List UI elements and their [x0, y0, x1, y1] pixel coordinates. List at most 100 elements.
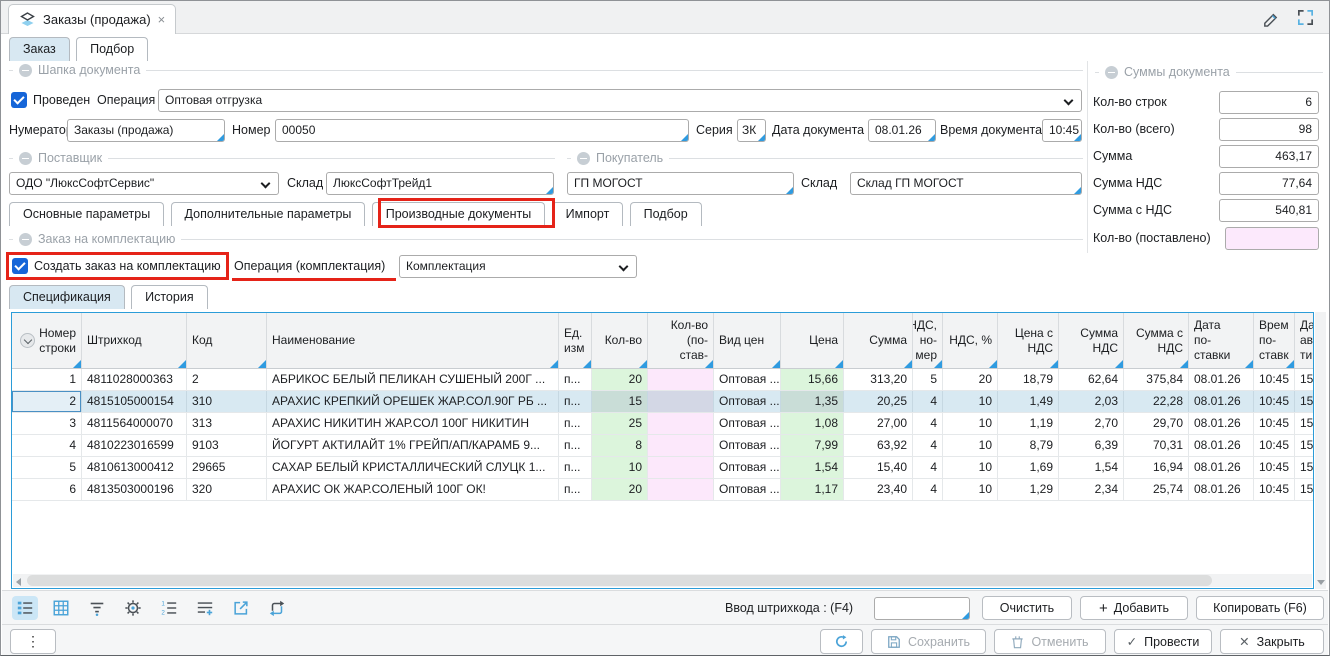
document-tab[interactable]: Заказы (продажа) × — [8, 4, 176, 34]
table-cell[interactable]: 10:45 — [1254, 369, 1295, 390]
sum-field-delivered-qty[interactable] — [1225, 227, 1319, 250]
sum-field-total-qty[interactable]: 98 — [1219, 118, 1319, 141]
table-cell[interactable]: 10:45 — [1254, 391, 1295, 412]
table-cell[interactable]: 23,40 — [844, 479, 913, 500]
table-cell[interactable]: 320 — [187, 479, 267, 500]
table-cell[interactable]: 4813503000196 — [82, 479, 187, 500]
column-header[interactable]: Сумма НДС — [1059, 313, 1124, 368]
column-header[interactable]: Наименование — [267, 313, 559, 368]
table-cell[interactable]: 4811028000363 — [82, 369, 187, 390]
table-cell[interactable]: 9103 — [187, 435, 267, 456]
table-row[interactable]: 64813503000196320АРАХИС ОК ЖАР.СОЛЕНЫЙ 1… — [12, 479, 1313, 501]
table-cell[interactable]: 8,79 — [998, 435, 1059, 456]
table-cell[interactable]: 08.01.26 — [1189, 369, 1254, 390]
tab-podbor[interactable]: Подбор — [76, 37, 148, 61]
table-cell[interactable]: 15 — [592, 391, 648, 412]
table-cell[interactable]: 4 — [913, 457, 943, 478]
sum-field-sum-with-vat[interactable]: 540,81 — [1219, 199, 1319, 222]
table-cell[interactable]: Оптовая ... — [714, 479, 781, 500]
table-cell[interactable]: 313,20 — [844, 369, 913, 390]
table-cell[interactable]: Оптовая ... — [714, 435, 781, 456]
column-header[interactable]: Ед. изм — [559, 313, 592, 368]
column-header[interactable]: Сумма — [844, 313, 913, 368]
table-cell[interactable]: 4 — [913, 413, 943, 434]
table-cell[interactable] — [648, 369, 714, 390]
table-row[interactable]: 24815105000154310АРАХИС КРЕПКИЙ ОРЕШЕК Ж… — [12, 391, 1313, 413]
column-menu-icon[interactable] — [20, 333, 35, 348]
table-cell[interactable]: 16,94 — [1124, 457, 1189, 478]
table-cell[interactable]: п... — [559, 369, 592, 390]
table-cell[interactable]: 1 — [12, 369, 82, 390]
close-button[interactable]: ✕ Закрыть — [1220, 629, 1324, 654]
table-cell[interactable]: 1,69 — [998, 457, 1059, 478]
open-external-icon[interactable] — [228, 596, 254, 620]
table-cell[interactable]: 15.0 — [1295, 435, 1314, 456]
table-cell[interactable]: 1,08 — [781, 413, 844, 434]
vertical-scrollbar[interactable] — [1315, 312, 1326, 589]
tab-podbor-2[interactable]: Подбор — [630, 202, 702, 226]
table-cell[interactable]: 08.01.26 — [1189, 413, 1254, 434]
add-row-icon[interactable] — [192, 596, 218, 620]
table-cell[interactable]: АРАХИС ОК ЖАР.СОЛЕНЫЙ 100Г ОК! — [267, 479, 559, 500]
sum-field-sum[interactable]: 463,17 — [1219, 145, 1319, 168]
table-cell[interactable]: 4 — [913, 479, 943, 500]
table-cell[interactable]: 6,39 — [1059, 435, 1124, 456]
table-cell[interactable]: 08.01.26 — [1189, 391, 1254, 412]
table-cell[interactable]: 15.0 — [1295, 369, 1314, 390]
tab-specifikaciya[interactable]: Спецификация — [9, 285, 125, 309]
cancel-button[interactable]: Отменить — [994, 629, 1106, 654]
series-field[interactable]: ЗК — [737, 119, 766, 142]
table-cell[interactable]: 08.01.26 — [1189, 457, 1254, 478]
table-cell[interactable]: 375,84 — [1124, 369, 1189, 390]
filter-icon[interactable] — [84, 596, 110, 620]
table-cell[interactable]: 1,17 — [781, 479, 844, 500]
table-cell[interactable]: 70,31 — [1124, 435, 1189, 456]
table-cell[interactable]: п... — [559, 479, 592, 500]
table-cell[interactable]: АРАХИС КРЕПКИЙ ОРЕШЕК ЖАР.СОЛ.90Г РБ ... — [267, 391, 559, 412]
column-header[interactable]: Штрихкод — [82, 313, 187, 368]
table-cell[interactable]: 27,00 — [844, 413, 913, 434]
column-header[interactable]: Кол-во — [592, 313, 648, 368]
tab-zakaz[interactable]: Заказ — [9, 37, 70, 61]
table-cell[interactable]: 10 — [943, 457, 998, 478]
collapse-icon[interactable] — [19, 233, 32, 246]
table-cell[interactable]: 1,54 — [1059, 457, 1124, 478]
table-cell[interactable]: п... — [559, 391, 592, 412]
table-cell[interactable]: 10:45 — [1254, 435, 1295, 456]
table-cell[interactable]: 15.0 — [1295, 413, 1314, 434]
operation-select[interactable]: Оптовая отгрузка — [158, 89, 1082, 112]
table-cell[interactable]: 22,28 — [1124, 391, 1189, 412]
table-row[interactable]: 34811564000070313АРАХИС НИКИТИН ЖАР.СОЛ … — [12, 413, 1313, 435]
table-cell[interactable]: п... — [559, 413, 592, 434]
table-cell[interactable]: 20 — [943, 369, 998, 390]
numbered-list-icon[interactable]: 12 — [156, 596, 182, 620]
table-cell[interactable]: 15,66 — [781, 369, 844, 390]
table-cell[interactable]: 15.0 — [1295, 457, 1314, 478]
close-tab-icon[interactable]: × — [158, 12, 166, 27]
table-row[interactable]: 148110280003632АБРИКОС БЕЛЫЙ ПЕЛИКАН СУШ… — [12, 369, 1313, 391]
repeat-icon[interactable] — [264, 596, 290, 620]
numerator-field[interactable]: Заказы (продажа) — [67, 119, 225, 142]
table-cell[interactable]: 08.01.26 — [1189, 479, 1254, 500]
supplier-select[interactable]: ОДО "ЛюксСофтСервис" — [9, 172, 279, 195]
table-cell[interactable]: 08.01.26 — [1189, 435, 1254, 456]
column-header[interactable]: Кол-во (по- став- — [648, 313, 714, 368]
grid-icon[interactable] — [48, 596, 74, 620]
tab-dopolnitelnye-parametry[interactable]: Дополнительные параметры — [171, 202, 366, 226]
pencil-icon[interactable] — [1261, 8, 1280, 27]
collapse-icon[interactable] — [19, 64, 32, 77]
table-cell[interactable]: 2 — [187, 369, 267, 390]
table-cell[interactable]: 1,54 — [781, 457, 844, 478]
kit-operation-select[interactable]: Комплектация — [399, 255, 637, 278]
collapse-icon[interactable] — [1105, 66, 1118, 79]
collapse-icon[interactable] — [577, 152, 590, 165]
post-button[interactable]: ✓ Провести — [1114, 629, 1212, 654]
collapse-icon[interactable] — [19, 152, 32, 165]
table-cell[interactable]: 10 — [943, 391, 998, 412]
table-cell[interactable]: 8 — [592, 435, 648, 456]
table-cell[interactable]: 1,35 — [781, 391, 844, 412]
table-cell[interactable]: 313 — [187, 413, 267, 434]
table-cell[interactable]: 2,34 — [1059, 479, 1124, 500]
table-cell[interactable]: ЙОГУРТ АКТИЛАЙТ 1% ГРЕЙП/АП/КАРАМБ 9... — [267, 435, 559, 456]
column-header[interactable]: НДС, но- мер — [913, 313, 943, 368]
